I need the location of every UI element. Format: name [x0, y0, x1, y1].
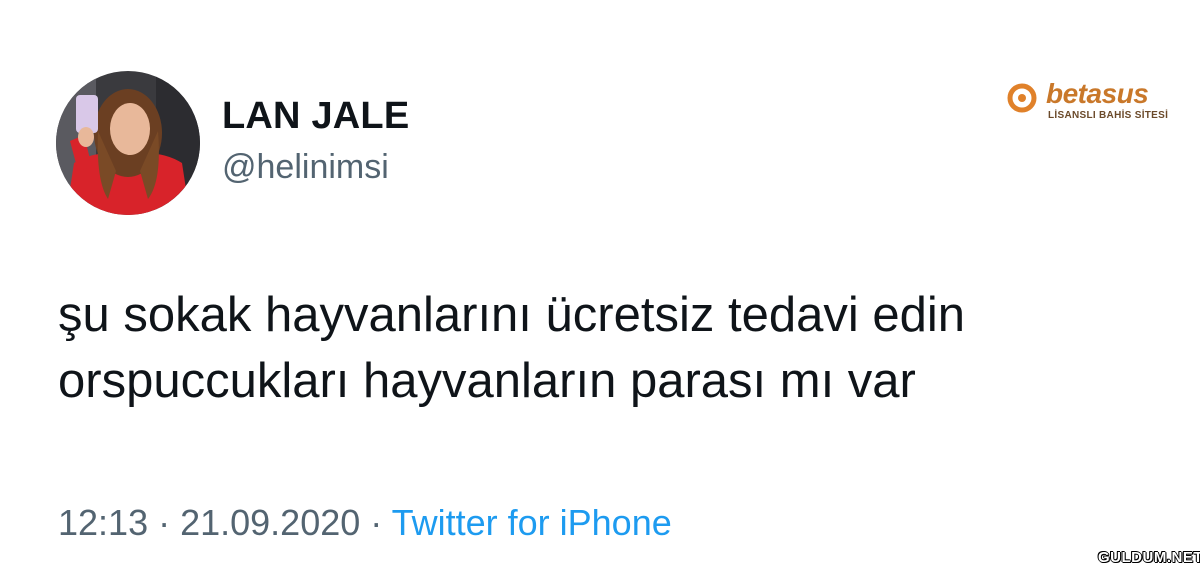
brand-name: betasus — [1046, 78, 1149, 109]
brand-ring-icon — [1007, 83, 1037, 113]
tweet-text: şu sokak hayvanlarını ücretsiz tedavi ed… — [58, 282, 1168, 414]
brand-logo: betasus LİSANSLI BAHİS SİTESİ — [1006, 78, 1184, 128]
brand-tagline: LİSANSLI BAHİS SİTESİ — [1048, 110, 1169, 121]
user-handle[interactable]: @helinimsi — [222, 148, 389, 187]
display-name[interactable]: LAN JALE — [222, 95, 409, 138]
meta-separator: · — [360, 502, 392, 543]
avatar[interactable] — [56, 71, 200, 215]
watermark: GULDUM.NET — [1098, 549, 1200, 566]
meta-separator: · — [148, 502, 181, 543]
tweet-text-line-2: orspuccukları hayvanların parası mı var — [58, 354, 916, 408]
tweet-date[interactable]: 21.09.2020 — [180, 502, 360, 543]
tweet-source-link[interactable]: Twitter for iPhone — [392, 502, 672, 543]
tweet-time[interactable]: 12:13 — [58, 502, 148, 543]
tweet-text-line-1: şu sokak hayvanlarını ücretsiz tedavi ed… — [58, 288, 965, 342]
tweet-meta: 12:13 · 21.09.2020 · Twitter for iPhone — [58, 502, 672, 544]
